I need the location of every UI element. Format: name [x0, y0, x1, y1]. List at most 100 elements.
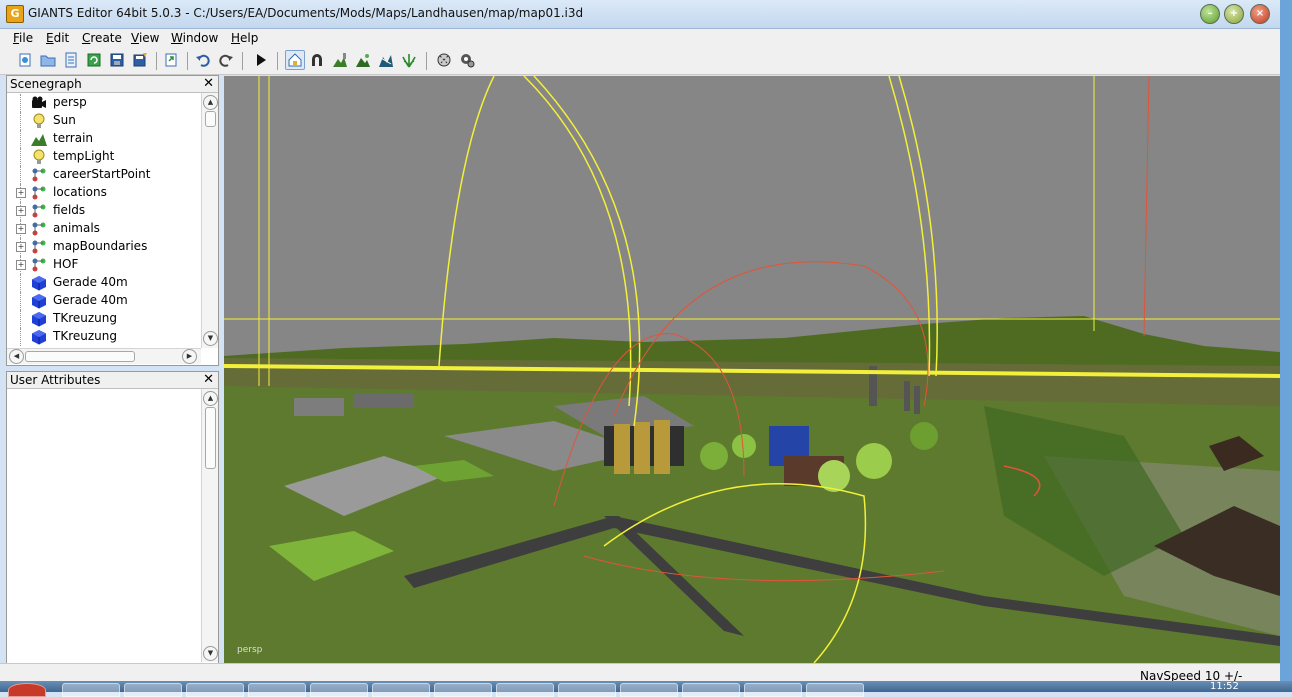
taskbar-item[interactable]	[248, 683, 306, 697]
tree-item[interactable]: + HOF	[7, 256, 197, 274]
scroll-down-icon[interactable]: ▼	[203, 331, 218, 346]
scenegraph-tree: persp Sun terrain tempLight careerStartPoint…	[7, 94, 201, 346]
foliage-brush-icon	[402, 54, 416, 68]
expand-icon[interactable]: +	[16, 260, 26, 270]
tree-connector	[20, 94, 21, 112]
light-bulb-icon	[31, 149, 47, 165]
taskbar-item[interactable]	[744, 683, 802, 697]
viewport-render[interactable]	[224, 76, 1280, 663]
terrain-foliage-button[interactable]	[377, 51, 395, 69]
building	[354, 394, 414, 408]
texture-paint-button[interactable]	[435, 51, 453, 69]
attributes-close-button[interactable]: ✕	[203, 372, 214, 387]
taskbar-item[interactable]	[558, 683, 616, 697]
menu-window[interactable]: Window	[171, 31, 218, 45]
tree-item[interactable]: Sun	[7, 112, 197, 130]
taskbar-item[interactable]	[682, 683, 740, 697]
play-button[interactable]	[252, 51, 270, 69]
menu-edit[interactable]: Edit	[46, 31, 69, 45]
reload-button[interactable]	[85, 51, 103, 69]
status-bar: NavSpeed 10 +/-	[0, 663, 1280, 683]
save-button[interactable]	[108, 51, 126, 69]
tree-item[interactable]: tempLight	[7, 148, 197, 166]
taskbar-item[interactable]	[434, 683, 492, 697]
tree-item[interactable]: + mapBoundaries	[7, 238, 197, 256]
undo-button[interactable]	[194, 51, 212, 69]
tree-item[interactable]: Gerade 40m	[7, 274, 197, 292]
snap-button[interactable]	[308, 51, 326, 69]
tree-item-label: Gerade 40m	[53, 275, 128, 289]
new-scene-button[interactable]	[16, 51, 34, 69]
expand-icon[interactable]: +	[16, 188, 26, 198]
open-file-button[interactable]	[39, 51, 57, 69]
menu-view[interactable]: View	[131, 31, 159, 45]
title-bar: G GIANTS Editor 64bit 5.0.3 - C:/Users/E…	[0, 0, 1280, 29]
taskbar-item[interactable]	[62, 683, 120, 697]
undo-icon	[196, 54, 210, 67]
tree-item[interactable]: terrain	[7, 130, 197, 148]
chimney	[914, 386, 920, 414]
menu-help[interactable]: Help	[231, 31, 258, 45]
tree-item-label: Sun	[53, 113, 76, 127]
tree-item[interactable]: + fields	[7, 202, 197, 220]
tree-connector	[20, 112, 21, 130]
taskbar-item[interactable]	[310, 683, 368, 697]
taskbar-item[interactable]	[186, 683, 244, 697]
tree-item[interactable]: persp	[7, 94, 197, 112]
tree-item[interactable]: TKreuzung	[7, 310, 197, 328]
scroll-thumb[interactable]	[205, 111, 216, 127]
minimize-button[interactable]: –	[1200, 4, 1220, 24]
taskbar-item[interactable]	[806, 683, 864, 697]
transform-group-icon	[31, 257, 47, 273]
scenegraph-vscrollbar[interactable]: ▲ ▼	[201, 93, 218, 348]
expand-icon[interactable]: +	[16, 206, 26, 216]
transform-group-icon	[31, 203, 47, 219]
tree-connector	[20, 130, 21, 148]
tree-item[interactable]: Gerade 40m	[7, 292, 197, 310]
select-mode-button[interactable]	[285, 50, 305, 70]
attributes-vscrollbar[interactable]: ▲ ▼	[201, 389, 218, 662]
scroll-up-icon[interactable]: ▲	[203, 95, 218, 110]
terrain-sculpt-button[interactable]	[331, 51, 349, 69]
taskbar-item[interactable]	[620, 683, 678, 697]
close-icon: ×	[1255, 8, 1265, 19]
tree-item[interactable]: + animals	[7, 220, 197, 238]
tree-connector	[20, 292, 21, 310]
menu-create[interactable]: Create	[82, 31, 122, 45]
taskbar-item[interactable]	[124, 683, 182, 697]
settings-button[interactable]	[458, 51, 476, 69]
hscroll-thumb[interactable]	[25, 351, 135, 362]
scroll-right-icon[interactable]: ▶	[182, 349, 197, 364]
window-title: GIANTS Editor 64bit 5.0.3 - C:/Users/EA/…	[28, 6, 584, 20]
scroll-thumb[interactable]	[205, 407, 216, 469]
expand-icon[interactable]: +	[16, 242, 26, 252]
giants-app-icon: G	[6, 5, 24, 23]
sky-background	[224, 76, 1280, 351]
save-as-button[interactable]	[131, 51, 149, 69]
scenegraph-close-button[interactable]: ✕	[203, 76, 214, 91]
scroll-down-icon[interactable]: ▼	[203, 646, 218, 661]
export-button[interactable]	[162, 51, 180, 69]
maximize-button[interactable]: +	[1224, 4, 1244, 24]
taskbar-item[interactable]	[496, 683, 554, 697]
taskbar-item[interactable]	[372, 683, 430, 697]
tree-item-label: tempLight	[53, 149, 115, 163]
tree-item[interactable]: careerStartPoint	[7, 166, 197, 184]
tree-item[interactable]: + locations	[7, 184, 197, 202]
terrain-paint-button[interactable]	[354, 51, 372, 69]
expand-icon[interactable]: +	[16, 224, 26, 234]
scenegraph-hscrollbar[interactable]: ◀ ▶	[7, 348, 201, 364]
redo-button[interactable]	[217, 51, 235, 69]
tree-item-label: TKreuzung	[53, 311, 117, 325]
close-window-button[interactable]: ×	[1250, 4, 1270, 24]
import-button[interactable]	[62, 51, 80, 69]
menu-file[interactable]: File	[13, 31, 33, 45]
export-icon	[165, 53, 177, 67]
start-orb-icon[interactable]	[8, 683, 46, 697]
tree-item[interactable]: TKreuzung	[7, 328, 197, 346]
foliage-brush-button[interactable]	[400, 51, 418, 69]
toolbar-separator	[277, 52, 278, 70]
scroll-left-icon[interactable]: ◀	[9, 349, 24, 364]
scene-viewport[interactable]: persp	[224, 76, 1280, 663]
scroll-up-icon[interactable]: ▲	[203, 391, 218, 406]
